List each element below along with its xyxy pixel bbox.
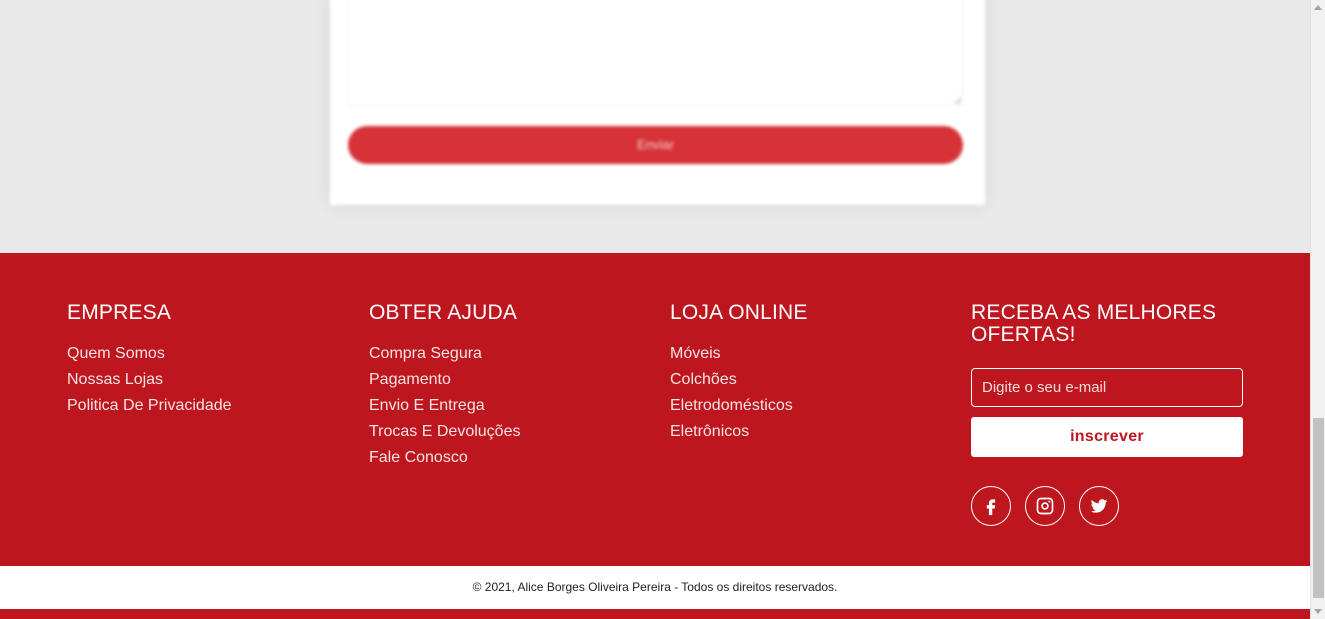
footer-link-eletronicos[interactable]: Eletrônicos	[670, 419, 808, 445]
footer-link-eletrodomesticos[interactable]: Eletrodomésticos	[670, 393, 808, 419]
footer-link-trocas[interactable]: Trocas E Devoluções	[369, 419, 520, 445]
message-textarea[interactable]	[348, 0, 963, 106]
footer-heading-company: EMPRESA	[67, 301, 172, 324]
twitter-link[interactable]	[1079, 486, 1119, 526]
instagram-link[interactable]	[1025, 486, 1065, 526]
copyright-text: © 2021, Alice Borges Oliveira Pereira - …	[0, 566, 1310, 609]
social-links	[971, 486, 1243, 526]
email-placeholder: Digite o seu e-mail	[982, 379, 1107, 396]
facebook-link[interactable]	[971, 486, 1011, 526]
contact-card: Enviar	[330, 0, 985, 205]
email-input[interactable]: Digite o seu e-mail	[971, 368, 1243, 407]
scrollbar-thumb[interactable]	[1313, 418, 1324, 598]
scroll-down-icon[interactable]	[1314, 609, 1322, 614]
footer-link-pagamento[interactable]: Pagamento	[369, 367, 520, 393]
subscribe-button[interactable]: inscrever	[971, 417, 1243, 457]
footer-column-store: LOJA ONLINE Móveis Colchões Eletrodomést…	[670, 302, 808, 445]
scroll-up-icon[interactable]	[1314, 5, 1322, 10]
footer-column-help: OBTER AJUDA Compra Segura Pagamento Envi…	[369, 302, 520, 471]
footer-heading-store: LOJA ONLINE	[670, 301, 808, 324]
footer-link-fale-conosco[interactable]: Fale Conosco	[369, 445, 520, 471]
footer-link-privacidade[interactable]: Politica De Privacidade	[67, 393, 232, 419]
footer-column-company: EMPRESA Quem Somos Nossas Lojas Politica…	[67, 302, 232, 419]
footer-link-compra-segura[interactable]: Compra Segura	[369, 341, 520, 367]
footer-heading-newsletter: RECEBA AS MELHORES OFERTAS!	[971, 301, 1217, 346]
instagram-icon	[1036, 497, 1054, 515]
site-footer: EMPRESA Quem Somos Nossas Lojas Politica…	[0, 253, 1310, 566]
footer-link-moveis[interactable]: Móveis	[670, 341, 808, 367]
footer-column-newsletter: RECEBA AS MELHORES OFERTAS! Digite o seu…	[971, 302, 1243, 526]
footer-link-colchoes[interactable]: Colchões	[670, 367, 808, 393]
send-button[interactable]: Enviar	[348, 126, 963, 164]
page: Enviar EMPRESA Quem Somos Nossas Lojas P…	[0, 0, 1310, 619]
resize-handle-icon[interactable]	[954, 97, 960, 103]
bottom-accent-bar	[0, 609, 1310, 619]
contact-section: Enviar	[0, 0, 1310, 253]
footer-heading-help: OBTER AJUDA	[369, 301, 518, 324]
footer-link-quem-somos[interactable]: Quem Somos	[67, 341, 232, 367]
footer-link-nossas-lojas[interactable]: Nossas Lojas	[67, 367, 232, 393]
vertical-scrollbar[interactable]	[1310, 0, 1325, 619]
footer-link-envio[interactable]: Envio E Entrega	[369, 393, 520, 419]
twitter-icon	[1090, 499, 1108, 513]
facebook-icon	[986, 499, 996, 516]
